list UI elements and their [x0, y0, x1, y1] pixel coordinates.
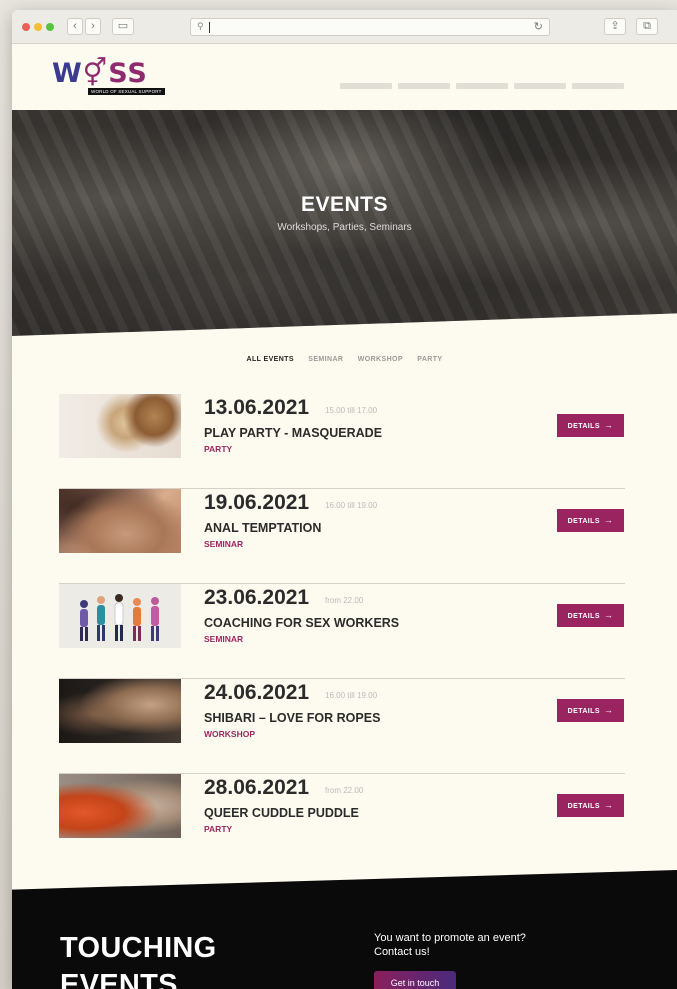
details-button[interactable]: DETAILS → — [557, 414, 624, 437]
browser-toolbar: ‹ › ▭ ⚲ ↻ ⇪ ⧉ — [12, 10, 677, 44]
nav-item[interactable] — [340, 83, 392, 89]
nav-item[interactable] — [572, 83, 624, 89]
promo-line: Contact us! — [374, 946, 430, 958]
main-navigation — [340, 76, 630, 94]
footer-title-line: TOUCHING — [60, 932, 217, 964]
nav-item[interactable] — [398, 83, 450, 89]
address-bar[interactable]: ⚲ ↻ — [190, 18, 550, 36]
event-time: 16.00 till 19.00 — [325, 501, 378, 510]
footer-title: TOUCHING EVENTS — [60, 930, 217, 989]
event-time: from 22.00 — [325, 786, 364, 795]
footer-title-line: EVENTS — [60, 969, 178, 989]
arrow-right-icon: → — [603, 705, 614, 715]
event-item: 28.06.2021 from 22.00 QUEER CUDDLE PUDDL… — [59, 774, 625, 869]
event-category: PARTY — [204, 824, 233, 834]
event-category: WORKSHOP — [204, 729, 255, 739]
details-button[interactable]: DETAILS → — [557, 794, 624, 817]
search-icon: ⚲ — [197, 21, 204, 31]
nav-item[interactable] — [514, 83, 566, 89]
event-item: 13.06.2021 15.00 till 17.00 PLAY PARTY -… — [59, 394, 625, 489]
arrow-right-icon: → — [603, 515, 614, 525]
filter-all-events[interactable]: ALL EVENTS — [246, 356, 293, 363]
close-window-button[interactable] — [22, 23, 30, 31]
woss-logo[interactable]: W⚥SS WORLD OF SEXUAL SUPPORT — [52, 58, 167, 98]
tabs-icon[interactable]: ⧉ — [636, 18, 658, 35]
logo-tagline: WORLD OF SEXUAL SUPPORT — [88, 88, 165, 95]
arrow-right-icon: → — [603, 420, 614, 430]
promo-text: You want to promote an event? Contact us… — [374, 931, 526, 959]
browser-window: ‹ › ▭ ⚲ ↻ ⇪ ⧉ W⚥SS WORLD OF SEXUAL SUPPO… — [12, 10, 677, 989]
event-category: PARTY — [204, 444, 233, 454]
get-in-touch-button[interactable]: Get in touch — [374, 971, 456, 989]
event-image[interactable] — [59, 584, 181, 648]
filter-party[interactable]: PARTY — [417, 356, 442, 363]
chevron-left-icon[interactable]: ‹ — [67, 18, 83, 35]
filter-seminar[interactable]: SEMINAR — [308, 356, 343, 363]
filter-workshop[interactable]: WORKSHOP — [358, 356, 403, 363]
event-filter-tabs: ALL EVENTS SEMINAR WORKSHOP PARTY — [12, 356, 677, 363]
event-title: QUEER CUDDLE PUDDLE — [204, 806, 359, 820]
promo-line: You want to promote an event? — [374, 932, 526, 944]
event-date: 23.06.2021 — [204, 586, 310, 609]
logo-wordmark: W⚥SS — [52, 58, 148, 89]
text-caret — [209, 22, 210, 33]
details-label: DETAILS — [567, 518, 600, 525]
event-time: 16.00 till 19.00 — [325, 691, 378, 700]
event-title: COACHING FOR SEX WORKERS — [204, 616, 400, 630]
event-date: 28.06.2021 — [204, 776, 310, 799]
event-date: 19.06.2021 — [204, 491, 310, 514]
people-illustration-icon — [80, 594, 159, 641]
event-item: 24.06.2021 16.00 till 19.00 SHIBARI – LO… — [59, 679, 625, 774]
nav-item[interactable] — [456, 83, 508, 89]
event-item: 23.06.2021 from 22.00 COACHING FOR SEX W… — [59, 584, 625, 679]
arrow-right-icon: → — [603, 610, 614, 620]
event-category: SEMINAR — [204, 539, 244, 549]
event-image[interactable] — [59, 679, 181, 743]
event-item: 19.06.2021 16.00 till 19.00 ANAL TEMPTAT… — [59, 489, 625, 584]
hero-banner: EVENTS Workshops, Parties, Seminars — [12, 110, 677, 336]
details-button[interactable]: DETAILS → — [557, 699, 624, 722]
details-label: DETAILS — [567, 708, 600, 715]
event-time: from 22.00 — [325, 596, 364, 605]
details-label: DETAILS — [567, 423, 600, 430]
site-header: W⚥SS WORLD OF SEXUAL SUPPORT — [12, 44, 677, 110]
share-icon[interactable]: ⇪ — [604, 18, 626, 35]
event-image[interactable] — [59, 489, 181, 553]
chevron-right-icon[interactable]: › — [85, 18, 101, 35]
event-category: SEMINAR — [204, 634, 244, 644]
page-subtitle: Workshops, Parties, Seminars — [277, 222, 412, 233]
details-button[interactable]: DETAILS → — [557, 509, 624, 532]
page-title: EVENTS — [300, 193, 389, 216]
details-label: DETAILS — [567, 613, 600, 620]
event-list: 13.06.2021 15.00 till 17.00 PLAY PARTY -… — [59, 394, 625, 869]
zoom-window-button[interactable] — [46, 23, 54, 31]
event-title: SHIBARI – LOVE FOR ROPES — [204, 711, 381, 725]
site-footer: TOUCHING EVENTS You want to promote an e… — [12, 870, 677, 989]
arrow-right-icon: → — [603, 800, 614, 810]
event-image[interactable] — [59, 774, 181, 838]
event-image[interactable] — [59, 394, 181, 458]
details-label: DETAILS — [567, 803, 600, 810]
event-date: 24.06.2021 — [204, 681, 310, 704]
event-title: PLAY PARTY - MASQUERADE — [204, 426, 383, 440]
reload-icon[interactable]: ↻ — [534, 20, 543, 33]
event-title: ANAL TEMPTATION — [204, 521, 322, 535]
details-button[interactable]: DETAILS → — [557, 604, 624, 627]
sidebar-icon[interactable]: ▭ — [112, 18, 134, 35]
event-date: 13.06.2021 — [204, 396, 310, 419]
minimize-window-button[interactable] — [34, 23, 42, 31]
event-time: 15.00 till 17.00 — [325, 406, 378, 415]
